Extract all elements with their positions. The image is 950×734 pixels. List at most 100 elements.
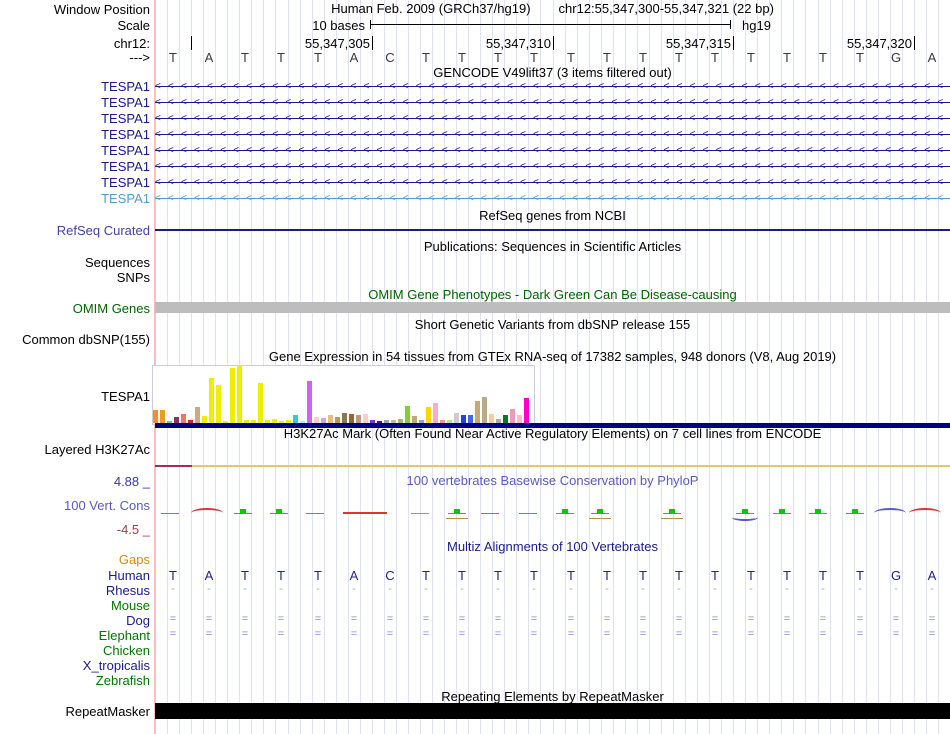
align-base-letter: T xyxy=(639,568,647,583)
align-base-letter: T xyxy=(494,568,502,583)
base-letter: T xyxy=(314,50,322,65)
base-letter: T xyxy=(277,50,285,65)
align-double-gap: = xyxy=(747,613,755,625)
align-base-letter: T xyxy=(747,568,755,583)
dbsnp-track-title[interactable]: Short Genetic Variants from dbSNP releas… xyxy=(155,318,950,332)
coordinate-tick-label: 55,347,315 xyxy=(665,36,731,51)
align-gap-dash: - xyxy=(496,583,500,595)
h3k27ac-track-title[interactable]: H3K27Ac Mark (Often Found Near Active Re… xyxy=(155,427,950,441)
conservation-negative-dash xyxy=(661,518,683,519)
gene-model-arrows[interactable]: <<<<<<<<<<<<<<<<<<<<<<<<<<<<<<<<<<<<<<<<… xyxy=(155,80,950,93)
species-label-gaps[interactable]: Gaps xyxy=(119,552,150,567)
gene-model-arrows[interactable]: <<<<<<<<<<<<<<<<<<<<<<<<<<<<<<<<<<<<<<<<… xyxy=(155,96,950,109)
align-double-gap: = xyxy=(169,613,177,625)
gencode-track-title[interactable]: GENCODE V49lift37 (3 items filtered out) xyxy=(155,66,950,80)
gtex-tissue-bar xyxy=(412,416,417,423)
gene-model-arrows[interactable]: <<<<<<<<<<<<<<<<<<<<<<<<<<<<<<<<<<<<<<<<… xyxy=(155,128,950,141)
window-position-title: Human Feb. 2009 (GRCh37/hg19) chr12:55,34… xyxy=(155,2,950,16)
gene-model-arrows[interactable]: <<<<<<<<<<<<<<<<<<<<<<<<<<<<<<<<<<<<<<<<… xyxy=(155,176,950,189)
species-label-chicken[interactable]: Chicken xyxy=(103,643,150,658)
species-label-elephant[interactable]: Elephant xyxy=(99,628,150,643)
conservation-negative-dash xyxy=(446,518,468,519)
gtex-tissue-bar xyxy=(398,419,403,423)
align-double-gap: = xyxy=(675,628,683,640)
gtex-track-title[interactable]: Gene Expression in 54 tissues from GTEx … xyxy=(155,350,950,364)
refseq-curated-line[interactable] xyxy=(155,229,950,231)
gene-label[interactable]: TESPA1 xyxy=(101,159,150,174)
species-label-zebrafish[interactable]: Zebrafish xyxy=(96,673,150,688)
gtex-tissue-bar xyxy=(328,415,333,423)
publications-track-title[interactable]: Publications: Sequences in Scientific Ar… xyxy=(155,240,950,254)
gene-label[interactable]: TESPA1 xyxy=(101,95,150,110)
chrom-label: chr12: xyxy=(113,36,150,51)
conservation-dash xyxy=(161,513,179,514)
species-label-x_tropicalis[interactable]: X_tropicalis xyxy=(83,658,150,673)
refseq-track-title[interactable]: RefSeq genes from NCBI xyxy=(155,209,950,223)
repeatmasker-track-title[interactable]: Repeating Elements by RepeatMasker xyxy=(155,690,950,704)
gtex-tissue-bar xyxy=(342,413,347,423)
repeatmasker-bar[interactable] xyxy=(155,703,950,719)
omim-track-title[interactable]: OMIM Gene Phenotypes - Dark Green Can Be… xyxy=(155,288,950,302)
snps-label[interactable]: SNPs xyxy=(117,270,150,285)
align-double-gap: = xyxy=(567,628,575,640)
align-gap-dash: - xyxy=(858,583,862,595)
gtex-tissue-bar xyxy=(321,418,326,423)
conservation-peak xyxy=(276,509,282,514)
gene-model-arrows[interactable]: <<<<<<<<<<<<<<<<<<<<<<<<<<<<<<<<<<<<<<<<… xyxy=(155,192,950,205)
gene-model-arrows[interactable]: <<<<<<<<<<<<<<<<<<<<<<<<<<<<<<<<<<<<<<<<… xyxy=(155,144,950,157)
align-base-letter: T xyxy=(314,568,322,583)
common-dbsnp-label[interactable]: Common dbSNP(155) xyxy=(22,332,150,347)
gtex-tissue-bar xyxy=(363,414,368,423)
gene-label[interactable]: TESPA1 xyxy=(101,191,150,206)
align-double-gap: = xyxy=(205,628,213,640)
h3k27ac-signal-segment-maroon[interactable] xyxy=(155,465,192,467)
conservation-dash xyxy=(306,513,324,514)
gene-label[interactable]: TESPA1 xyxy=(101,111,150,126)
conservation-label[interactable]: 100 Vert. Cons xyxy=(64,498,150,513)
conservation-peak xyxy=(779,509,785,514)
conservation-track-title[interactable]: 100 vertebrates Basewise Conservation by… xyxy=(155,474,950,488)
align-gap-dash: - xyxy=(749,583,753,595)
gtex-tissue-bar xyxy=(517,415,522,423)
gtex-gene-baseline[interactable] xyxy=(155,423,950,428)
species-label-human[interactable]: Human xyxy=(108,568,150,583)
coordinate-tick xyxy=(372,36,373,50)
species-label-dog[interactable]: Dog xyxy=(126,613,150,628)
genome-browser: Window Position Human Feb. 2009 (GRCh37/… xyxy=(0,0,950,734)
refseq-curated-label[interactable]: RefSeq Curated xyxy=(57,223,150,238)
gtex-tissue-bar xyxy=(489,414,494,423)
gtex-tissue-bar xyxy=(454,413,459,423)
gtex-tissue-bar xyxy=(433,403,438,423)
layered-h3k27ac-label[interactable]: Layered H3K27Ac xyxy=(44,442,150,457)
gtex-gene-label[interactable]: TESPA1 xyxy=(101,389,150,404)
omim-genes-bar[interactable] xyxy=(155,302,950,313)
gene-label[interactable]: TESPA1 xyxy=(101,143,150,158)
omim-genes-label[interactable]: OMIM Genes xyxy=(73,301,150,316)
multiz-track-title[interactable]: Multiz Alignments of 100 Vertebrates xyxy=(155,540,950,554)
gene-label[interactable]: TESPA1 xyxy=(101,79,150,94)
gtex-tissue-bar xyxy=(377,421,382,423)
align-double-gap: = xyxy=(892,628,900,640)
base-letter: A xyxy=(927,50,937,65)
conservation-dash xyxy=(519,513,537,514)
repeatmasker-label[interactable]: RepeatMasker xyxy=(65,704,150,719)
conservation-arc xyxy=(191,508,223,518)
species-label-mouse[interactable]: Mouse xyxy=(111,598,150,613)
gtex-tissue-bar xyxy=(307,381,312,423)
gtex-tissue-bar xyxy=(160,410,165,423)
align-double-gap: = xyxy=(277,613,285,625)
h3k27ac-signal-segment-tan[interactable] xyxy=(192,465,950,467)
align-base-letter: T xyxy=(675,568,683,583)
align-base-letter: T xyxy=(819,568,827,583)
gene-model-arrows[interactable]: <<<<<<<<<<<<<<<<<<<<<<<<<<<<<<<<<<<<<<<<… xyxy=(155,112,950,125)
sequences-label[interactable]: Sequences xyxy=(85,255,150,270)
align-double-gap: = xyxy=(892,613,900,625)
align-base-letter: T xyxy=(241,568,249,583)
gene-model-arrows[interactable]: <<<<<<<<<<<<<<<<<<<<<<<<<<<<<<<<<<<<<<<<… xyxy=(155,160,950,173)
conservation-peak xyxy=(240,509,246,514)
gtex-tissue-bar xyxy=(461,415,466,423)
species-label-rhesus[interactable]: Rhesus xyxy=(106,583,150,598)
gene-label[interactable]: TESPA1 xyxy=(101,175,150,190)
base-letter: A xyxy=(349,50,359,65)
gene-label[interactable]: TESPA1 xyxy=(101,127,150,142)
